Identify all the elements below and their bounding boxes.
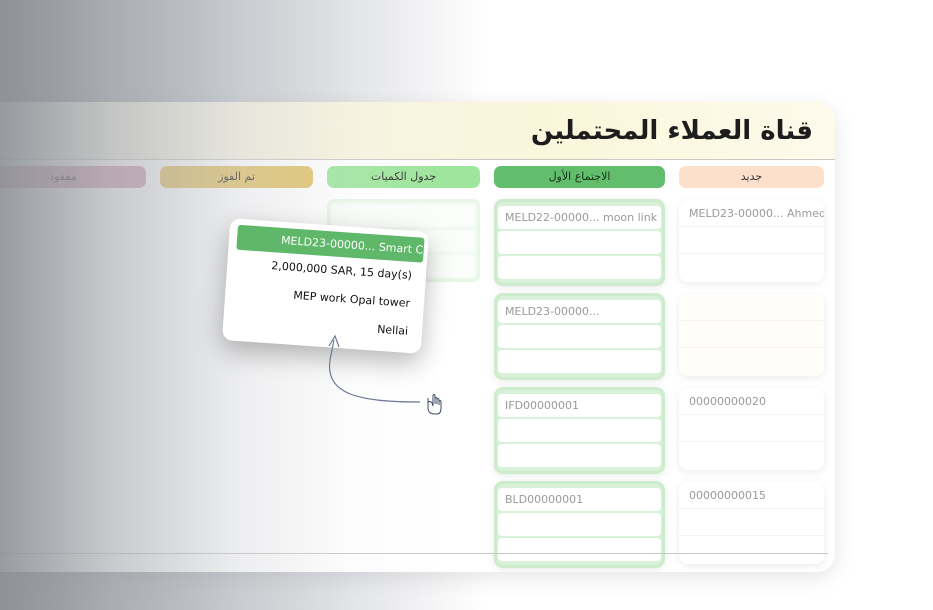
dragged-lead-card[interactable]: MELD23-00000... Smart Cho 2,000,000 SAR,…: [221, 218, 430, 354]
lead-card-title: MELD23-00000...: [505, 305, 600, 318]
dragged-card-project: MEP work Opal tower: [292, 288, 411, 310]
dragged-card-amount: 2,000,000 SAR, 15 day(s): [270, 259, 413, 282]
board-bottom-divider: [0, 552, 828, 554]
lead-card[interactable]: 00000000020: [679, 388, 824, 470]
lead-card-title: MELD23-00000... Ahmed: [689, 207, 824, 220]
lead-card-title: BLD00000001: [505, 493, 584, 506]
lead-card[interactable]: MELD22-00000... moon link llc: [494, 199, 665, 286]
lead-card[interactable]: MELD23-00000...: [494, 293, 665, 380]
column-header-first-meeting[interactable]: الاجتماع الأول: [494, 166, 665, 188]
lead-card-title: IFD00000001: [505, 399, 580, 412]
lead-card-title: MELD22-00000... moon link llc: [505, 211, 661, 224]
dragged-card-owner: Nellai: [376, 322, 409, 338]
column-header-won[interactable]: تم الفوز: [160, 166, 313, 188]
lead-card[interactable]: [679, 294, 824, 376]
column-header-new[interactable]: جديد: [679, 166, 824, 188]
lead-card[interactable]: BLD00000001: [494, 481, 665, 568]
title-bar: قناة العملاء المحتملين: [0, 102, 835, 160]
column-header-bill-of-quantities[interactable]: جدول الكميات: [327, 166, 480, 188]
lead-card-title: 00000000020: [689, 395, 766, 408]
lead-card[interactable]: MELD23-00000... Ahmed: [679, 200, 824, 282]
page-title: قناة العملاء المحتملين: [530, 116, 813, 146]
dragged-card-title: MELD23-00000... Smart Cho: [236, 224, 425, 263]
column-header-lost[interactable]: مفقود: [0, 166, 146, 188]
lead-card-title: 00000000015: [689, 489, 766, 502]
lead-card[interactable]: IFD00000001: [494, 387, 665, 474]
